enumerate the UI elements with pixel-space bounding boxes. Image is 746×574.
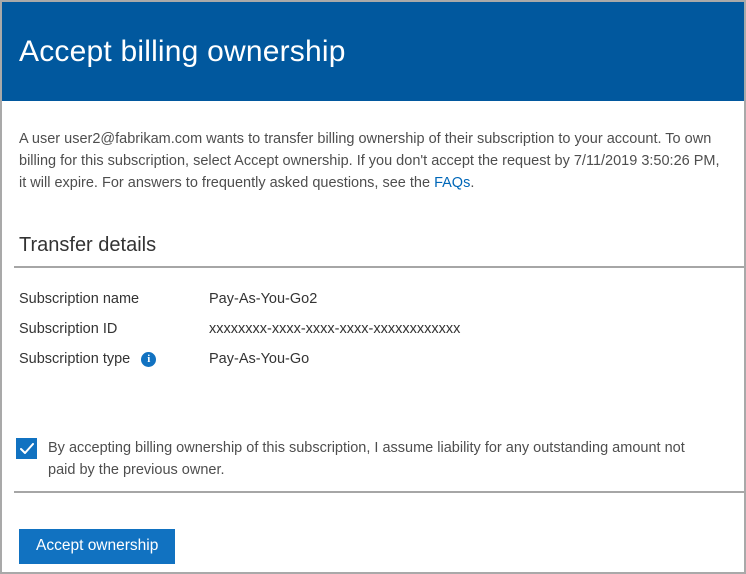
subscription-type-value: Pay-As-You-Go (209, 351, 309, 367)
accept-ownership-button[interactable]: Accept ownership (19, 529, 175, 564)
info-icon[interactable]: i (141, 352, 156, 367)
subscription-name-value: Pay-As-You-Go2 (209, 291, 317, 307)
checkmark-icon (20, 443, 34, 455)
page-title: Accept billing ownership (19, 35, 346, 69)
faqs-link[interactable]: FAQs (434, 175, 470, 191)
section-divider (14, 266, 744, 268)
subscription-type-label: Subscription type (19, 351, 130, 367)
agreement-label[interactable]: By accepting billing ownership of this s… (48, 437, 708, 481)
intro-text: A user user2@fabrikam.com wants to trans… (19, 128, 728, 194)
transfer-details-heading: Transfer details (19, 234, 728, 257)
page-header: Accept billing ownership (2, 2, 744, 101)
detail-label-cell: Subscription ID (19, 321, 209, 337)
detail-label-cell: Subscription name (19, 291, 209, 307)
table-row: Subscription type i Pay-As-You-Go (19, 344, 728, 374)
detail-label-cell: Subscription type i (19, 351, 209, 367)
subscription-name-label: Subscription name (19, 291, 139, 307)
footer-divider (14, 491, 744, 493)
main-content: A user user2@fabrikam.com wants to trans… (2, 128, 744, 257)
agreement-row: By accepting billing ownership of this s… (2, 437, 744, 481)
subscription-id-value: xxxxxxxx-xxxx-xxxx-xxxx-xxxxxxxxxxxx (209, 321, 460, 337)
intro-text-after-link: . (470, 175, 474, 191)
transfer-details-table: Subscription name Pay-As-You-Go2 Subscri… (2, 284, 744, 374)
liability-checkbox[interactable] (16, 438, 37, 459)
table-row: Subscription ID xxxxxxxx-xxxx-xxxx-xxxx-… (19, 314, 728, 344)
page: Accept billing ownership A user user2@fa… (0, 0, 746, 574)
table-row: Subscription name Pay-As-You-Go2 (19, 284, 728, 314)
subscription-id-label: Subscription ID (19, 321, 117, 337)
intro-text-before-link: A user user2@fabrikam.com wants to trans… (19, 131, 720, 191)
